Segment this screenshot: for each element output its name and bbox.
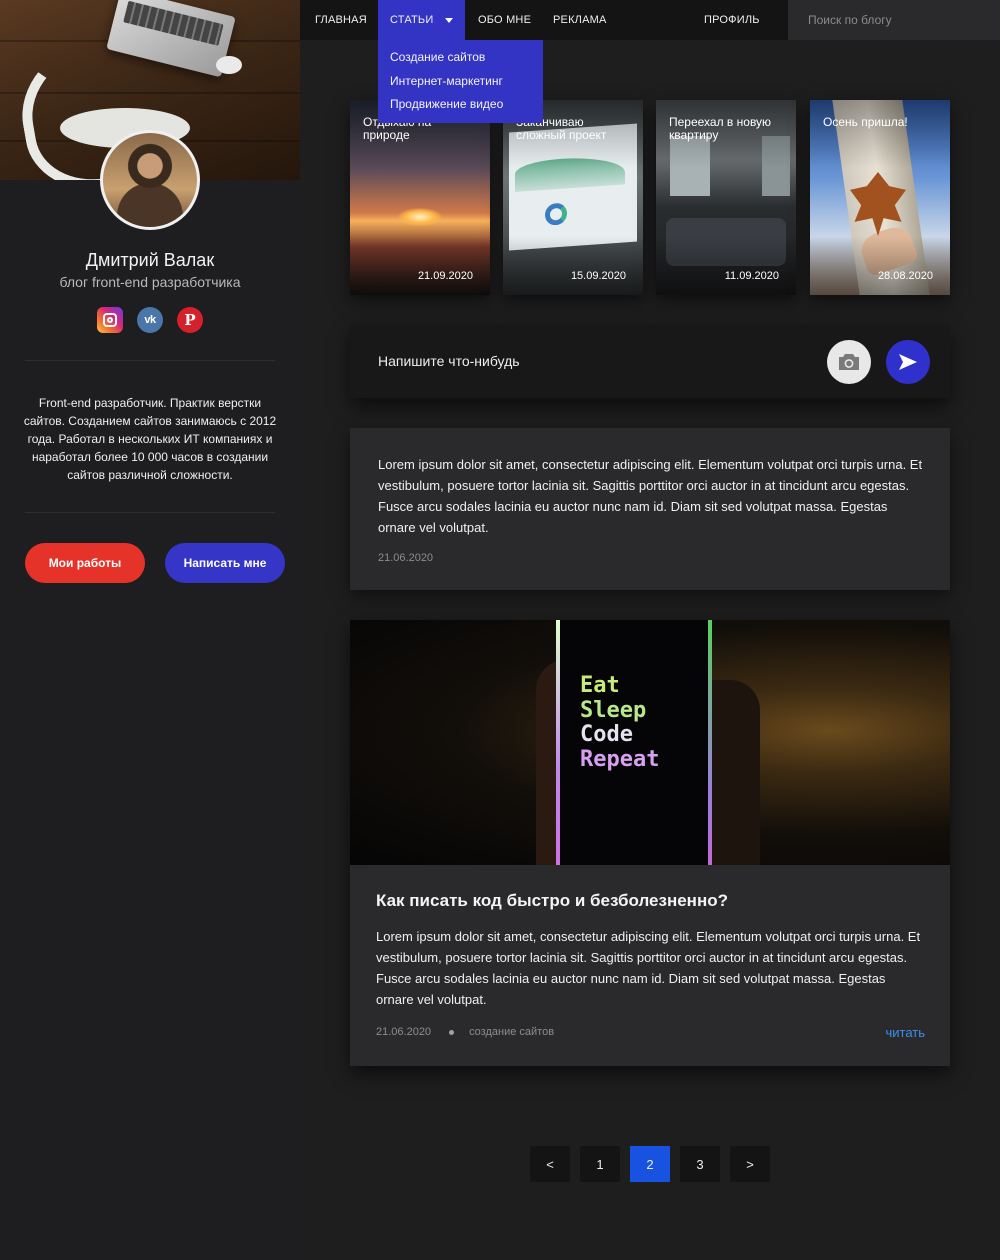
page-2-button[interactable]: 2 [630, 1146, 670, 1182]
dropdown-item-websites[interactable]: Создание сайтов [378, 49, 543, 73]
nav-articles-label: СТАТЬИ [390, 14, 434, 26]
send-icon[interactable] [886, 340, 930, 384]
post-date: 21.06.2020 [376, 1026, 432, 1038]
story-card[interactable]: Заканчиваю сложный проект 15.09.2020 [503, 100, 643, 295]
sidebar: Дмитрий Валак блог front-end разработчик… [0, 0, 300, 1260]
story-date: 21.09.2020 [417, 270, 473, 282]
author-about: Front-end разработчик. Практик верстки с… [23, 396, 277, 482]
post-date: 21.06.2020 [378, 552, 434, 564]
story-card[interactable]: Отдыхаю на природе 21.09.2020 [350, 100, 490, 295]
author-name: Дмитрий Валак [85, 250, 215, 270]
story-title: Осень пришла! [823, 115, 908, 129]
dropdown-item-marketing[interactable]: Интернет-маркетинг [378, 73, 543, 97]
articles-dropdown: Создание сайтов Интернет-маркетинг Продв… [378, 40, 543, 123]
separator-dot-icon [449, 1029, 455, 1035]
story-card[interactable]: Переехал в новую квартиру 11.09.2020 [656, 100, 796, 295]
instagram-icon[interactable] [97, 307, 123, 333]
my-works-button[interactable]: Мои работы [25, 543, 145, 583]
vk-icon[interactable]: vk [137, 307, 163, 333]
story-card[interactable]: Осень пришла! 28.08.2020 [810, 100, 950, 295]
nav-profile[interactable]: ПРОФИЛЬ [704, 0, 760, 40]
post-composer[interactable]: Напишите что-нибудь [350, 325, 950, 398]
dropdown-item-video[interactable]: Продвижение видео [378, 96, 543, 120]
divider [25, 360, 275, 361]
divider [25, 512, 275, 513]
text-post: Lorem ipsum dolor sit amet, consectetur … [350, 428, 950, 590]
post-body: Lorem ipsum dolor sit amet, consectetur … [378, 457, 923, 535]
pinterest-icon[interactable]: P [177, 307, 203, 333]
read-more-link[interactable]: читать [885, 1025, 925, 1040]
page-3-button[interactable]: 3 [680, 1146, 720, 1182]
nav-articles[interactable]: СТАТЬИ [378, 0, 466, 40]
top-nav: ГЛАВНАЯ СТАТЬИ ОБО МНЕ РЕКЛАМА ПРОФИЛЬ [300, 0, 1000, 40]
nav-about[interactable]: ОБО МНЕ [478, 0, 531, 40]
camera-icon[interactable] [827, 340, 871, 384]
page-1-button[interactable]: 1 [580, 1146, 620, 1182]
image-text-line: Code [580, 722, 633, 747]
caret-down-icon [445, 17, 454, 23]
post-title[interactable]: Как писать код быстро и безболезненно? [376, 891, 728, 911]
post-category[interactable]: создание сайтов [469, 1026, 554, 1038]
image-caption-text: Eat Sleep Code Repeat [580, 673, 660, 772]
page-prev-button[interactable]: < [530, 1146, 570, 1182]
image-text-line: Sleep [580, 697, 647, 723]
write-me-button[interactable]: Написать мне [165, 543, 285, 583]
nav-ads[interactable]: РЕКЛАМА [553, 0, 607, 40]
social-links: vk P [0, 307, 300, 333]
nav-home[interactable]: ГЛАВНАЯ [315, 0, 367, 40]
story-date: 28.08.2020 [877, 270, 933, 282]
post-meta: 21.06.2020 создание сайтов [376, 1026, 554, 1038]
author-tagline: блог front-end разработчика [59, 274, 241, 290]
post-body: Lorem ipsum dolor sit amet, consectetur … [376, 929, 921, 1007]
story-date: 15.09.2020 [570, 270, 626, 282]
image-text-line: Repeat [580, 746, 660, 772]
pagination: < 1 2 3 > [530, 1146, 770, 1182]
composer-placeholder[interactable]: Напишите что-нибудь [378, 325, 520, 398]
story-date: 11.09.2020 [724, 270, 779, 282]
post-image: Eat Sleep Code Repeat [350, 620, 950, 865]
page-next-button[interactable]: > [730, 1146, 770, 1182]
image-text-line: Eat [580, 673, 620, 698]
image-post: Eat Sleep Code Repeat Как писать код быс… [350, 620, 950, 1066]
avatar [100, 130, 200, 230]
search-input[interactable] [788, 0, 1000, 40]
story-title: Переехал в новую квартиру [669, 115, 772, 142]
